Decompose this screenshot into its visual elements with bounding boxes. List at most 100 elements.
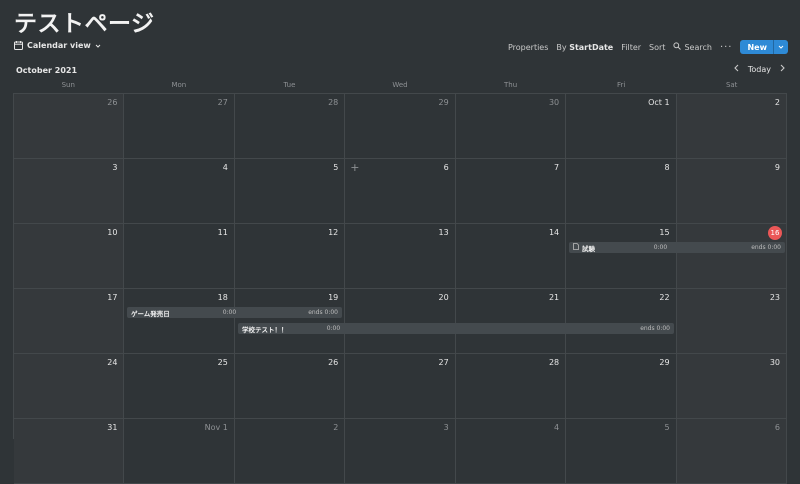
day-number: 8 bbox=[664, 163, 670, 172]
day-cell[interactable]: 9 bbox=[676, 159, 787, 224]
new-button-label: New bbox=[747, 42, 767, 52]
day-number: 15 bbox=[659, 228, 670, 237]
event-bar[interactable]: 学校テスト！！ 0:00 ends 0:00 bbox=[238, 323, 674, 334]
day-cell[interactable]: 30 bbox=[676, 354, 787, 419]
day-cell[interactable]: 3 bbox=[14, 159, 125, 224]
weekday-label: Fri bbox=[616, 81, 626, 89]
day-number: 9 bbox=[774, 163, 780, 172]
day-cell[interactable]: 15 bbox=[566, 224, 677, 289]
event-bar[interactable]: 試験 0:00 ends 0:00 bbox=[569, 242, 785, 253]
day-cell[interactable]: 29 bbox=[566, 354, 677, 419]
day-cell[interactable]: Nov 1 bbox=[124, 419, 235, 484]
day-cell[interactable]: 2 bbox=[234, 419, 346, 484]
day-number: 18 bbox=[217, 293, 228, 302]
day-cell[interactable]: 26 bbox=[234, 354, 346, 419]
day-number: 29 bbox=[438, 98, 449, 107]
next-month-button[interactable] bbox=[779, 64, 786, 74]
day-cell[interactable]: 2 bbox=[676, 94, 787, 159]
day-cell[interactable]: 22 bbox=[566, 289, 677, 354]
calendar-by-label: By bbox=[556, 42, 567, 52]
search-button[interactable]: Search bbox=[673, 42, 712, 52]
weekday-label: Sat bbox=[725, 81, 738, 89]
month-bar: October 2021 Today bbox=[0, 64, 800, 78]
day-cell[interactable]: 8 bbox=[566, 159, 677, 224]
event-end-time: ends 0:00 bbox=[640, 325, 670, 332]
day-cell[interactable]: Oct 1 bbox=[566, 94, 677, 159]
day-cell[interactable]: 5 bbox=[566, 419, 677, 484]
day-cell[interactable]: 4 bbox=[124, 159, 235, 224]
day-number: 2 bbox=[774, 98, 780, 107]
day-cell[interactable]: 17 bbox=[14, 289, 125, 354]
weekday-label: Sun bbox=[61, 81, 75, 89]
day-number: 26 bbox=[328, 358, 339, 367]
today-button[interactable]: Today bbox=[748, 65, 771, 74]
day-cell[interactable]: 4 bbox=[455, 419, 567, 484]
day-number: 28 bbox=[328, 98, 339, 107]
day-number: 30 bbox=[769, 358, 780, 367]
day-cell[interactable]: 29 bbox=[345, 94, 456, 159]
day-cell[interactable]: 12 bbox=[234, 224, 346, 289]
day-cell[interactable]: 6 bbox=[676, 419, 787, 484]
calendar-grid: 26 27 28 29 30 Oct 1 2 3 4 5 +6 7 8 9 10… bbox=[13, 93, 787, 484]
new-button[interactable]: New bbox=[740, 40, 788, 54]
day-cell[interactable]: 5 bbox=[234, 159, 346, 224]
day-cell[interactable]: 25 bbox=[124, 354, 235, 419]
day-number: Oct 1 bbox=[648, 98, 670, 107]
day-number: 19 bbox=[328, 293, 339, 302]
day-cell[interactable]: 27 bbox=[124, 94, 235, 159]
day-cell[interactable]: 18 bbox=[124, 289, 235, 354]
day-number: 3 bbox=[112, 163, 118, 172]
day-cell[interactable]: 27 bbox=[345, 354, 456, 419]
day-number: 5 bbox=[664, 423, 670, 432]
day-cell[interactable]: 24 bbox=[14, 354, 125, 419]
chevron-down-icon bbox=[95, 43, 101, 49]
day-cell[interactable]: 26 bbox=[14, 94, 125, 159]
day-cell[interactable]: 31 bbox=[14, 419, 125, 484]
day-number: 28 bbox=[548, 358, 560, 367]
day-number: 4 bbox=[222, 163, 228, 172]
view-switcher-button[interactable]: Calendar view bbox=[14, 41, 101, 50]
prev-month-button[interactable] bbox=[733, 64, 740, 74]
day-cell[interactable]: 21 bbox=[455, 289, 567, 354]
day-cell-today[interactable]: 16 bbox=[676, 224, 787, 289]
day-cell[interactable]: 20 bbox=[345, 289, 456, 354]
filter-button[interactable]: Filter bbox=[621, 43, 641, 52]
page-icon bbox=[573, 243, 579, 252]
weekday-label: Thu bbox=[503, 81, 518, 89]
new-dropdown-button[interactable] bbox=[773, 40, 788, 54]
day-number: 27 bbox=[438, 358, 449, 367]
more-options-icon[interactable]: ··· bbox=[720, 42, 733, 53]
day-cell[interactable]: +6 bbox=[345, 159, 456, 224]
day-number: 14 bbox=[548, 228, 560, 237]
event-start-time: 0:00 bbox=[222, 309, 237, 316]
day-cell[interactable]: 28 bbox=[455, 354, 567, 419]
day-cell[interactable]: 23 bbox=[676, 289, 787, 354]
sort-button[interactable]: Sort bbox=[649, 43, 665, 52]
chevron-right-icon bbox=[779, 64, 786, 74]
event-start-time: 0:00 bbox=[326, 325, 341, 332]
calendar-by-button[interactable]: By StartDate bbox=[556, 43, 613, 52]
event-bar[interactable]: ゲーム発売日 0:00 ends 0:00 bbox=[127, 307, 342, 318]
add-event-icon[interactable]: + bbox=[350, 161, 359, 174]
weekday-label: Mon bbox=[171, 81, 187, 89]
day-cell[interactable]: 19 bbox=[234, 289, 346, 354]
day-cell[interactable]: 11 bbox=[124, 224, 235, 289]
day-number: 27 bbox=[217, 98, 228, 107]
day-number: 11 bbox=[217, 228, 228, 237]
day-cell[interactable]: 28 bbox=[234, 94, 346, 159]
day-number: 10 bbox=[107, 228, 118, 237]
day-number: 5 bbox=[333, 163, 339, 172]
month-label: October 2021 bbox=[16, 66, 78, 75]
day-cell[interactable]: 13 bbox=[345, 224, 456, 289]
day-cell[interactable]: 14 bbox=[455, 224, 567, 289]
day-cell[interactable]: 3 bbox=[345, 419, 456, 484]
day-number: 23 bbox=[769, 293, 780, 302]
day-number: 12 bbox=[328, 228, 339, 237]
day-number: 24 bbox=[107, 358, 118, 367]
day-cell[interactable]: 30 bbox=[455, 94, 567, 159]
properties-button[interactable]: Properties bbox=[508, 43, 548, 52]
day-number: 21 bbox=[548, 293, 560, 302]
event-start-time: 0:00 bbox=[653, 244, 668, 251]
day-cell[interactable]: 7 bbox=[455, 159, 567, 224]
day-cell[interactable]: 10 bbox=[14, 224, 125, 289]
